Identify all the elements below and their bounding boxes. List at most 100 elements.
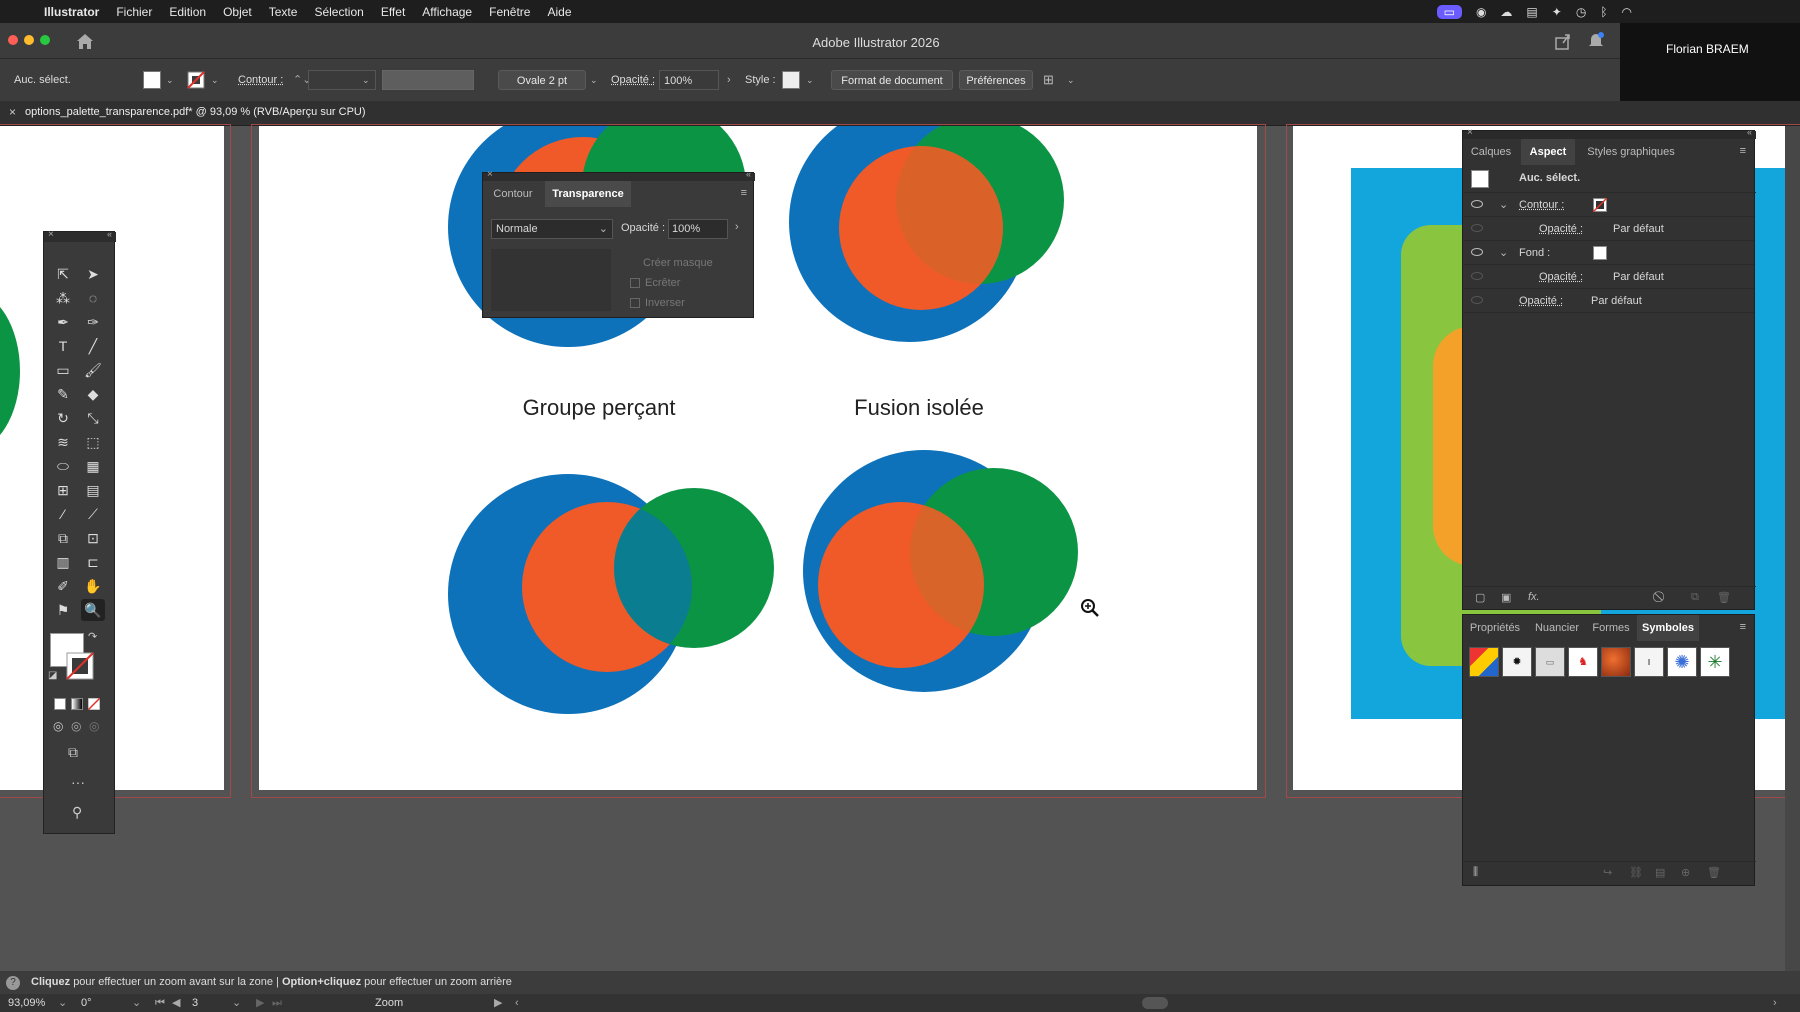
fill-swatch[interactable] (143, 71, 161, 89)
menu-affichage[interactable]: Affichage (422, 5, 472, 19)
opacity-label[interactable]: Opacité : (1519, 289, 1563, 313)
contour-label[interactable]: Contour : (1519, 193, 1564, 217)
close-tab-icon[interactable]: × (9, 105, 16, 119)
collapse-icon[interactable]: « (746, 169, 751, 179)
chat-icon[interactable]: ◉ (1476, 5, 1486, 19)
tab-formes[interactable]: Formes (1587, 615, 1635, 641)
appearance-row-object-opacity[interactable]: Opacité : Par défaut (1463, 289, 1754, 313)
opacity-label[interactable]: Opacité : (1539, 217, 1583, 241)
blend-tool-icon[interactable]: ⧉ (51, 527, 75, 549)
creative-cloud-icon[interactable]: ☁ (1500, 5, 1512, 19)
stroke-none-swatch-icon[interactable] (1593, 198, 1607, 212)
rectangle-tool-icon[interactable]: ▭ (51, 359, 75, 381)
close-icon[interactable]: × (48, 229, 54, 240)
bluetooth-icon[interactable]: ᛒ (1600, 5, 1607, 19)
menu-app-name[interactable]: Illustrator (44, 5, 99, 19)
delete-symbol-icon[interactable]: 🗑 (1707, 866, 1721, 879)
paintbrush-tool-icon[interactable]: 🖌 (81, 359, 105, 381)
disclosure-chevron-icon[interactable]: ⌄ (1499, 241, 1508, 265)
help-icon[interactable]: ? (6, 976, 20, 990)
artboard-tool-icon[interactable]: ⊏ (81, 551, 105, 573)
sparkle-icon[interactable]: ✦ (1552, 5, 1562, 19)
panel-menu-icon[interactable]: ≡ (1740, 621, 1746, 633)
type-tool-icon[interactable]: T (51, 335, 75, 357)
transparency-panel-header[interactable]: × « (483, 169, 755, 181)
symbol-sprayer-tool-icon[interactable]: ⊡ (81, 527, 105, 549)
collapse-icon[interactable]: « (107, 229, 112, 239)
stroke-swatch-none-icon[interactable] (187, 71, 205, 91)
collapse-icon[interactable]: « (1747, 127, 1752, 137)
scroll-right-icon[interactable]: › (1773, 994, 1777, 1012)
symbol-sphere[interactable] (1601, 647, 1631, 677)
make-mask-button[interactable]: Créer masque (643, 257, 713, 269)
shaper-tool-icon[interactable]: ✎ (51, 383, 75, 405)
artboard-dropdown-icon[interactable]: ⌄ (232, 994, 241, 1012)
horizontal-scrollbar-thumb[interactable] (1142, 997, 1168, 1009)
rotation-angle[interactable]: 0° (81, 994, 92, 1012)
opacity-field[interactable]: 100% (659, 70, 719, 90)
tab-aspect[interactable]: Aspect (1521, 139, 1575, 165)
disclosure-chevron-icon[interactable]: ⌄ (1499, 193, 1508, 217)
break-link-icon[interactable]: ⛓ (1629, 866, 1643, 879)
default-colors-icon[interactable]: ◪ (48, 670, 57, 681)
status-arrow-icon[interactable]: ▶ (494, 994, 502, 1012)
menu-selection[interactable]: Sélection (314, 5, 363, 19)
zoom-level[interactable]: 93,09% (8, 994, 45, 1012)
color-mode-icon[interactable] (54, 698, 66, 710)
stroke-dropdown-icon[interactable]: ⌄ (211, 70, 219, 90)
place-symbol-icon[interactable]: ↪ (1603, 866, 1612, 879)
scale-tool-icon[interactable]: ⤡ (81, 407, 105, 429)
appearance-row-contour-opacity[interactable]: Opacité : Par défaut (1463, 217, 1754, 241)
fond-label[interactable]: Fond : (1519, 241, 1550, 265)
visibility-eye-icon[interactable] (1471, 224, 1483, 232)
invert-checkbox[interactable] (630, 298, 640, 308)
lasso-tool-icon[interactable]: ◌ (81, 287, 105, 309)
tab-nuancier[interactable]: Nuancier (1529, 615, 1585, 641)
scroll-left-icon[interactable]: ‹ (515, 994, 519, 1012)
menu-extras-icon[interactable]: ▤ (1526, 5, 1537, 19)
symbol-fox[interactable]: ♞ (1568, 647, 1598, 677)
pin-icon[interactable]: ⚲ (72, 804, 82, 821)
menu-aide[interactable]: Aide (547, 5, 571, 19)
menu-objet[interactable]: Objet (223, 5, 252, 19)
symbol-banner[interactable]: ▭ (1535, 647, 1565, 677)
measure-tool-icon[interactable]: ⟋ (81, 503, 105, 525)
notification-bell-icon[interactable] (1587, 31, 1605, 49)
symbol-cube[interactable] (1469, 647, 1499, 677)
tab-transparence[interactable]: Transparence (545, 181, 631, 207)
eyedropper-tool-icon[interactable]: ⁄ (51, 503, 75, 525)
print-tiling-tool-icon[interactable]: ⚑ (51, 599, 75, 621)
hand-tool-icon[interactable]: ✋ (81, 575, 105, 597)
screen-mode-icon[interactable]: ⧉ (68, 744, 78, 761)
arrange-icon[interactable]: ⊞ (1043, 70, 1054, 90)
style-dropdown-icon[interactable]: ⌄ (806, 70, 814, 90)
perspective-grid-tool-icon[interactable]: ▦ (81, 455, 105, 477)
stroke-color-swatch-none-icon[interactable] (66, 652, 94, 680)
tab-symboles[interactable]: Symboles (1637, 615, 1699, 641)
tools-panel-header[interactable]: × « (44, 229, 116, 242)
add-stroke-icon[interactable]: ▢ (1475, 591, 1485, 604)
zoom-dropdown-icon[interactable]: ⌄ (58, 994, 67, 1012)
panel-menu-icon[interactable]: ≡ (741, 187, 747, 199)
symbol-library-icon[interactable]: ⫼ (1473, 866, 1478, 879)
rotation-dropdown-icon[interactable]: ⌄ (132, 994, 141, 1012)
contour-label[interactable]: Contour : (238, 70, 283, 90)
visibility-eye-icon[interactable] (1471, 272, 1483, 280)
curvature-tool-icon[interactable]: ✑ (81, 311, 105, 333)
eraser-tool-icon[interactable]: ◆ (81, 383, 105, 405)
tab-contour[interactable]: Contour (483, 181, 543, 207)
wifi-icon[interactable]: ◠ (1622, 5, 1632, 19)
panel-menu-icon[interactable]: ≡ (1740, 145, 1746, 157)
symbol-leaf[interactable]: ✳ (1700, 647, 1730, 677)
symbol-pin[interactable]: ı (1634, 647, 1664, 677)
fill-swatch[interactable] (1593, 246, 1607, 260)
symbol-splat[interactable]: ✹ (1502, 647, 1532, 677)
close-icon[interactable]: × (1467, 127, 1473, 138)
menu-texte[interactable]: Texte (269, 5, 298, 19)
blend-mode-select[interactable]: Normale ⌄ (491, 219, 613, 239)
menu-edition[interactable]: Edition (169, 5, 206, 19)
more-tools-icon[interactable]: ··· (71, 774, 85, 790)
draw-behind-icon[interactable]: ◎ (71, 719, 81, 733)
new-symbol-icon[interactable]: ⊕ (1681, 866, 1690, 879)
stroke-weight-dropdown-icon[interactable]: ⌄ (362, 70, 370, 90)
